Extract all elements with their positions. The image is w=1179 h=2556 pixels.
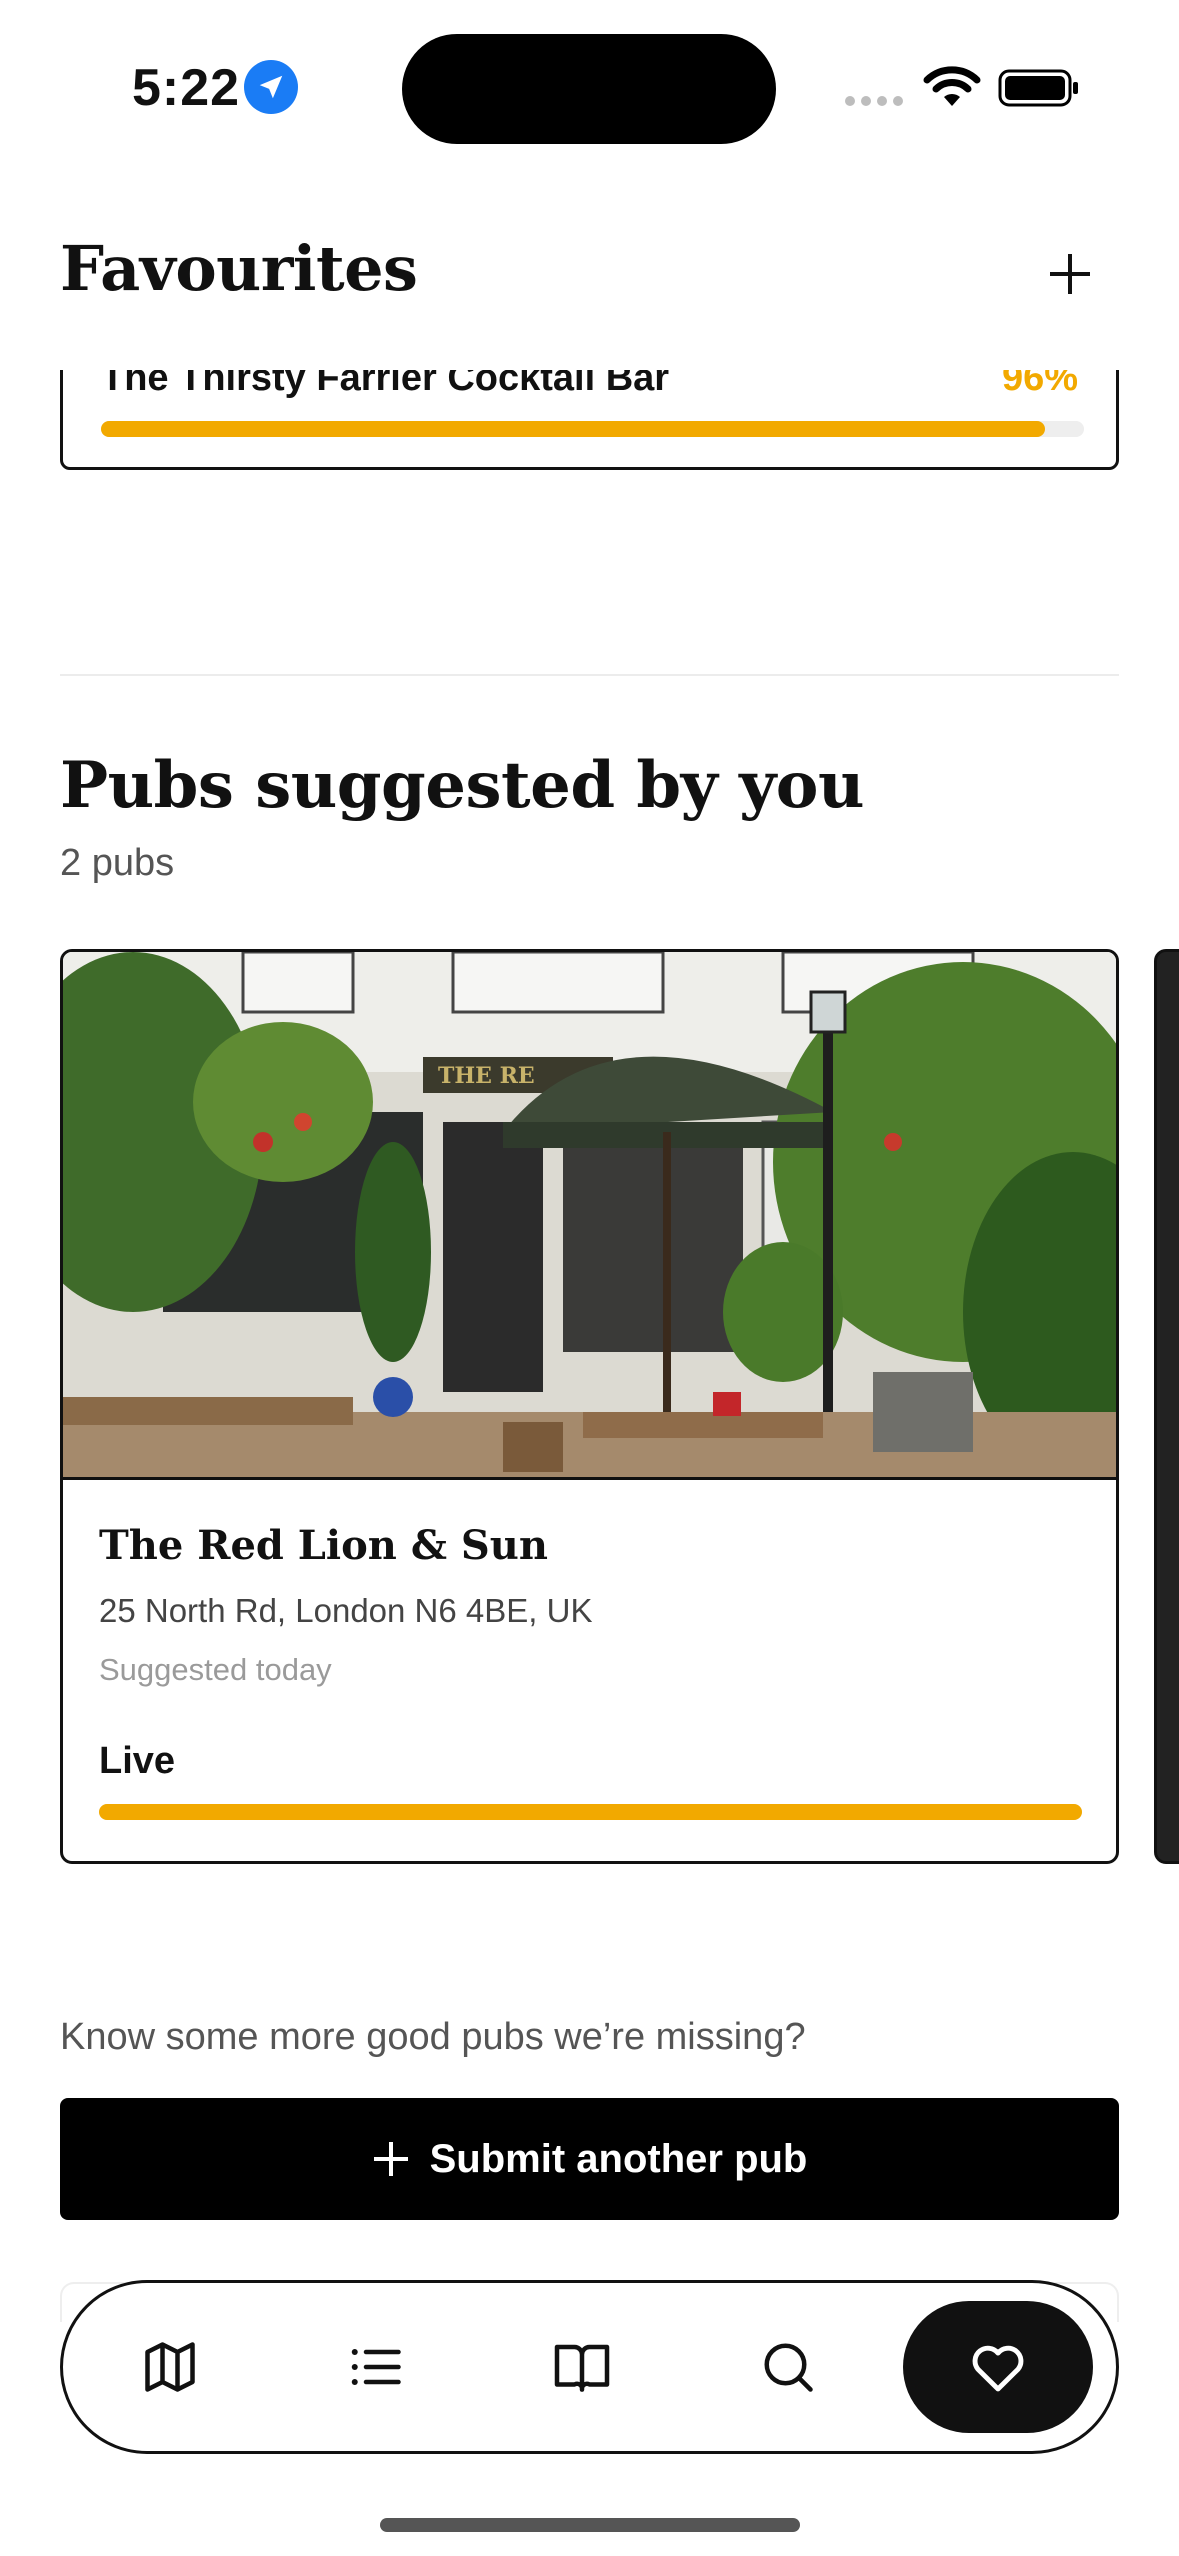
submit-pub-label: Submit another pub [429, 2136, 808, 2181]
submit-prompt: Know some more good pubs we’re missing? [60, 2016, 806, 2058]
dynamic-island [402, 34, 776, 144]
battery-icon [998, 69, 1078, 107]
wifi-icon [923, 66, 981, 106]
submit-pub-button[interactable]: Submit another pub [60, 2098, 1119, 2220]
cellular-signal-icon [845, 96, 903, 106]
search-icon [764, 2343, 813, 2392]
plus-icon [373, 2142, 408, 2176]
favourite-card[interactable]: The Thirsty Farrier Cocktail Bar 96% [60, 370, 1119, 470]
favourite-percent: 96% [1001, 370, 1078, 399]
tab-search[interactable] [693, 2301, 883, 2433]
section-divider [60, 674, 1119, 676]
svg-text:THE RE: THE RE [438, 1063, 535, 1089]
plus-icon [1050, 254, 1090, 294]
pub-address: 25 North Rd, London N6 4BE, UK [99, 1592, 593, 1629]
tab-guide[interactable] [487, 2301, 677, 2433]
next-pub-card-peek[interactable] [1154, 949, 1179, 1864]
pub-card[interactable]: THE RE The Red Lion & Sun 25 North Rd, L… [60, 949, 1119, 1864]
map-icon [145, 2342, 195, 2392]
page-title: Favourites [60, 232, 418, 305]
favourite-progress-fill [101, 421, 1045, 437]
list-icon [351, 2349, 401, 2385]
pub-photo: THE RE [63, 952, 1116, 1480]
favourite-progress-track [101, 421, 1084, 437]
tab-map[interactable] [75, 2301, 265, 2433]
section-count: 2 pubs [60, 842, 175, 884]
home-indicator [380, 2518, 800, 2532]
location-arrow-icon [244, 60, 298, 114]
section-title: Pubs suggested by you [60, 748, 864, 823]
pub-name: The Red Lion & Sun [99, 1522, 548, 1569]
tab-favourites[interactable] [903, 2301, 1093, 2433]
heart-icon [972, 2345, 1024, 2392]
pub-suggested-date: Suggested today [99, 1652, 332, 1687]
tab-list[interactable] [281, 2301, 471, 2433]
pub-progress-track [99, 1804, 1082, 1820]
pub-status: Live [99, 1740, 176, 1782]
pub-progress-fill [99, 1804, 1082, 1820]
favourites-list: The Thirsty Farrier Cocktail Bar 96% [60, 370, 1119, 472]
favourite-name: The Thirsty Farrier Cocktail Bar [101, 370, 670, 399]
add-favourite-button[interactable] [1040, 244, 1100, 304]
status-time: 5:22 [132, 59, 241, 117]
book-icon [554, 2344, 610, 2392]
tab-bar [60, 2280, 1119, 2454]
